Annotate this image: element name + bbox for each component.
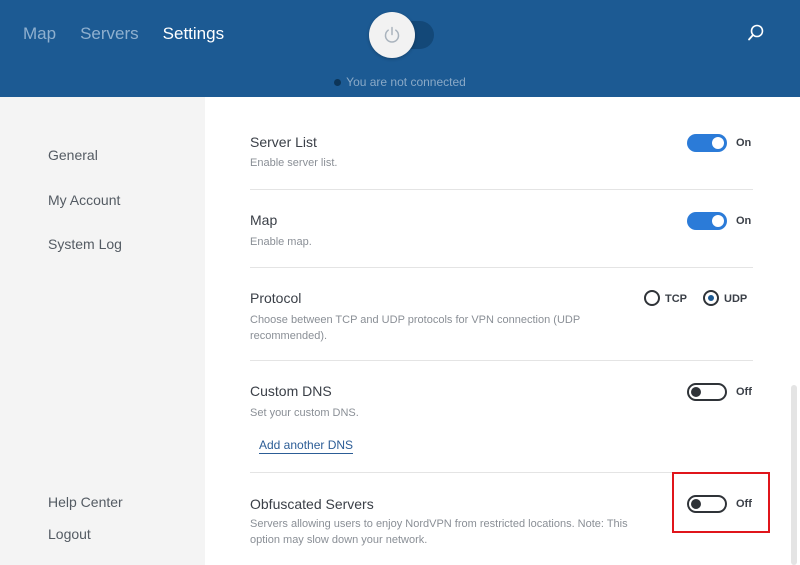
map-toggle[interactable]: [687, 212, 727, 230]
search-icon[interactable]: [746, 23, 766, 43]
nav-map[interactable]: Map: [23, 23, 56, 45]
setting-description: Servers allowing users to enjoy NordVPN …: [250, 518, 628, 546]
nav-settings[interactable]: Settings: [163, 23, 224, 45]
add-dns-link[interactable]: Add another DNS: [259, 438, 354, 454]
sidebar-item-my-account[interactable]: My Account: [48, 192, 120, 208]
toggle-knob: [712, 215, 724, 227]
custom-dns-toggle[interactable]: [687, 383, 727, 401]
setting-title: Obfuscated Servers: [250, 496, 374, 512]
toggle-knob: [712, 137, 724, 149]
toggle-state-label: On: [736, 215, 752, 227]
setting-title: Server List: [250, 134, 317, 150]
connect-toggle[interactable]: [369, 12, 434, 58]
udp-label[interactable]: UDP: [724, 293, 747, 305]
server-list-toggle[interactable]: [687, 134, 727, 152]
highlight-box: [672, 472, 770, 533]
tcp-radio[interactable]: [644, 290, 660, 306]
power-icon[interactable]: [369, 12, 415, 58]
sidebar-item-general[interactable]: General: [48, 147, 98, 163]
setting-title: Protocol: [250, 290, 302, 306]
setting-title: Map: [250, 212, 278, 228]
toggle-state-label: On: [736, 137, 752, 149]
radio-selected-dot: [708, 295, 714, 301]
setting-row-map: Map Enable map. On: [250, 190, 753, 268]
app-header: Map Servers Settings You are not connect…: [0, 0, 800, 97]
connection-status: You are not connected: [0, 75, 800, 89]
setting-description: Choose between TCP and UDP protocols for…: [250, 314, 580, 342]
top-nav: Map Servers Settings: [23, 23, 248, 45]
status-text: You are not connected: [346, 75, 466, 89]
sidebar-item-logout[interactable]: Logout: [48, 526, 91, 542]
setting-row-server-list: Server List Enable server list. On: [250, 97, 753, 190]
scrollbar[interactable]: [791, 385, 797, 565]
status-dot-icon: [334, 79, 342, 86]
nav-servers[interactable]: Servers: [80, 23, 139, 45]
setting-row-custom-dns: Custom DNS Set your custom DNS. Off Add …: [250, 361, 753, 473]
setting-description: Set your custom DNS.: [250, 407, 359, 419]
toggle-knob: [691, 387, 701, 397]
toggle-state-label: Off: [736, 386, 752, 398]
setting-row-protocol: Protocol Choose between TCP and UDP prot…: [250, 268, 753, 361]
tcp-label[interactable]: TCP: [665, 293, 687, 305]
sidebar-item-help-center[interactable]: Help Center: [48, 494, 123, 510]
sidebar-item-system-log[interactable]: System Log: [48, 236, 122, 252]
udp-radio[interactable]: [703, 290, 719, 306]
setting-description: Enable server list.: [250, 157, 338, 169]
setting-description: Enable map.: [250, 236, 312, 248]
setting-title: Custom DNS: [250, 383, 332, 399]
